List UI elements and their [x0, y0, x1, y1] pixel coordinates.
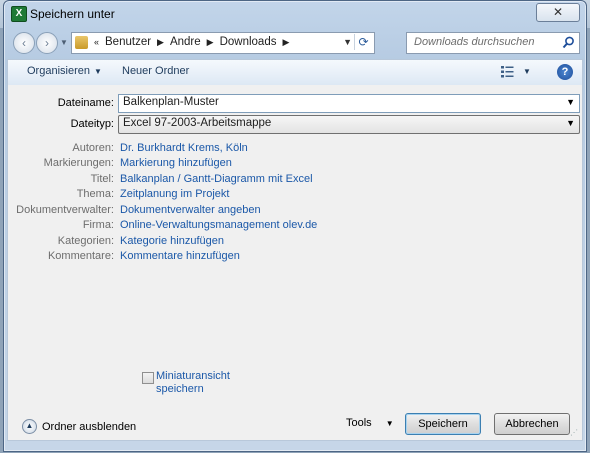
search-input[interactable]: Downloads durchsuchen — [406, 32, 580, 54]
tools-label: Tools — [346, 417, 372, 429]
title-field[interactable]: Balkanplan / Gantt-Diagramm mit Excel — [120, 173, 313, 185]
refresh-icon[interactable]: ⟳ — [354, 34, 372, 50]
comments-label: Kommentare: — [47, 250, 114, 262]
command-toolbar: Organisieren ▼ Neuer Ordner ▼ ? — [7, 59, 583, 86]
address-dropdown-icon[interactable]: ▼ — [343, 37, 352, 47]
close-button[interactable]: ✕ — [536, 3, 580, 22]
breadcrumb-item-downloads[interactable]: Downloads — [220, 36, 277, 48]
manager-label: Dokumentverwalter: — [16, 204, 114, 216]
organize-menu-button[interactable]: Organisieren ▼ — [27, 65, 102, 77]
manager-field[interactable]: Dokumentverwalter angeben — [120, 204, 261, 216]
breadcrumb-item-benutzer[interactable]: Benutzer — [105, 36, 151, 48]
view-options-icon[interactable] — [501, 66, 514, 78]
subject-label: Thema: — [76, 188, 114, 200]
folder-icon — [75, 36, 88, 49]
cancel-button[interactable]: Abbrechen — [494, 413, 570, 435]
authors-field[interactable]: Dr. Burkhardt Krems, Köln — [120, 142, 248, 154]
organize-label: Organisieren — [27, 65, 90, 77]
breadcrumb-overflow[interactable]: « — [94, 37, 99, 47]
company-field[interactable]: Online-Verwaltungsmanagement olev.de — [120, 219, 317, 231]
company-label: Firma: — [82, 219, 114, 231]
forward-button[interactable]: › — [36, 32, 58, 54]
filetype-label: Dateityp: — [70, 118, 114, 130]
hide-folders-label: Ordner ausblenden — [42, 420, 137, 433]
chevron-down-icon: ▼ — [385, 419, 394, 428]
back-button[interactable]: ‹ — [13, 32, 35, 54]
chevron-right-icon[interactable]: ▶ — [207, 37, 214, 48]
authors-label: Autoren: — [72, 142, 114, 154]
tags-field[interactable]: Markierung hinzufügen — [120, 157, 232, 169]
chevron-down-icon: ▼ — [93, 67, 102, 76]
save-thumbnail-checkbox[interactable] — [142, 372, 154, 384]
excel-icon: X — [11, 6, 27, 22]
filename-label: Dateiname: — [57, 97, 114, 109]
hide-folders-button[interactable]: ▲ Ordner ausblenden — [22, 419, 136, 434]
title-bar[interactable]: X Speichern unter ✕ — [4, 1, 586, 27]
filename-field[interactable]: Balkenplan-Muster ▼ — [118, 94, 580, 113]
chevron-down-icon[interactable]: ▼ — [566, 97, 575, 107]
thumbnail-label-line1: Miniaturansicht — [156, 370, 230, 382]
filename-value: Balkenplan-Muster — [123, 96, 219, 108]
save-as-dialog: X Speichern unter ✕ ‹ › ▼ « Benutzer ▶ A… — [3, 0, 587, 452]
new-folder-button[interactable]: Neuer Ordner — [122, 65, 189, 77]
recent-locations-dropdown[interactable]: ▼ — [60, 38, 68, 47]
filetype-select[interactable]: Excel 97-2003-Arbeitsmappe ▼ — [118, 115, 580, 134]
search-icon[interactable] — [562, 36, 575, 49]
save-details-panel: Dateiname: Balkenplan-Muster ▼ Dateityp:… — [7, 85, 583, 441]
address-bar[interactable]: « Benutzer ▶ Andre ▶ Downloads ▶ ▼ ⟳ — [71, 32, 375, 54]
comments-field[interactable]: Kommentare hinzufügen — [120, 250, 240, 262]
chevron-up-icon: ▲ — [22, 419, 37, 434]
search-placeholder: Downloads durchsuchen — [414, 36, 535, 48]
breadcrumb-item-andre[interactable]: Andre — [170, 36, 201, 48]
title-label: Titel: — [90, 173, 114, 185]
chevron-right-icon[interactable]: ▶ — [157, 37, 164, 48]
thumbnail-label-line2: speichern — [156, 383, 204, 395]
dialog-title: Speichern unter — [30, 7, 115, 21]
view-dropdown-icon[interactable]: ▼ — [523, 67, 531, 76]
subject-field[interactable]: Zeitplanung im Projekt — [120, 188, 229, 200]
tools-menu-button[interactable]: Tools ▼ — [346, 417, 394, 429]
categories-label: Kategorien: — [57, 235, 114, 247]
breadcrumb: « Benutzer ▶ Andre ▶ Downloads ▶ — [94, 36, 289, 48]
help-icon[interactable]: ? — [557, 64, 573, 80]
filetype-value: Excel 97-2003-Arbeitsmappe — [123, 117, 272, 129]
categories-field[interactable]: Kategorie hinzufügen — [120, 235, 224, 247]
navigation-bar: ‹ › ▼ « Benutzer ▶ Andre ▶ Downloads ▶ ▼… — [4, 29, 586, 57]
chevron-right-icon[interactable]: ▶ — [282, 37, 289, 48]
save-thumbnail-label[interactable]: Miniaturansicht speichern — [156, 370, 246, 396]
save-button[interactable]: Speichern — [405, 413, 481, 435]
chevron-down-icon: ▼ — [566, 118, 575, 128]
resize-grip-icon[interactable]: ⋰ — [570, 428, 580, 438]
tags-label: Markierungen: — [43, 157, 114, 169]
